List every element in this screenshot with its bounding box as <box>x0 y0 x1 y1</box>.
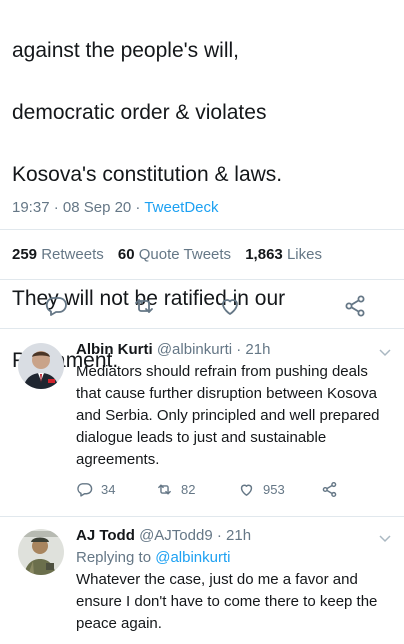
tweet-text-line: against the people's will, <box>12 39 239 62</box>
reply-actions: 34 82 953 <box>76 481 394 507</box>
like-count: 953 <box>263 482 285 497</box>
reply-tweet[interactable]: AJ Todd @AJTodd9 · 21h Replying to @albi… <box>0 525 404 644</box>
reply-timestamp: · 21h <box>236 341 271 358</box>
like-button[interactable]: 953 <box>238 481 285 498</box>
divider <box>0 516 404 517</box>
divider <box>0 279 404 280</box>
divider <box>0 229 404 230</box>
reply-header: Albin Kurti @albinkurti · 21h <box>76 339 394 361</box>
reply-count: 34 <box>101 482 116 497</box>
like-icon <box>240 484 253 496</box>
replying-to: Replying to @albinkurti <box>76 549 231 566</box>
reply-tweet[interactable]: Albin Kurti @albinkurti · 21h Mediators … <box>0 339 404 509</box>
avatar[interactable] <box>18 343 64 389</box>
reply-icon <box>77 483 93 497</box>
author-name[interactable]: Albin Kurti <box>76 341 153 358</box>
retweet-count: 82 <box>181 482 196 497</box>
tweet-text-line: democratic order & violates <box>12 101 267 124</box>
tweet-timestamp: 19:37 · 08 Sep 20 · <box>12 199 145 216</box>
share-icon[interactable] <box>343 294 367 318</box>
reply-text: Whatever the case, just do me a favor an… <box>76 571 378 632</box>
avatar[interactable] <box>18 529 64 575</box>
author-handle[interactable]: @albinkurti <box>157 341 232 358</box>
tweet-meta: 19:37 · 08 Sep 20 · TweetDeck <box>12 199 219 216</box>
share-icon <box>322 481 337 498</box>
retweet-button[interactable]: 82 <box>156 481 195 498</box>
reply-header: AJ Todd @AJTodd9 · 21h <box>76 525 394 547</box>
replying-to-link[interactable]: @albinkurti <box>155 549 230 566</box>
tweet-text-line: Kosova's constitution & laws. <box>12 163 283 186</box>
retweet-icon[interactable] <box>132 294 156 318</box>
reply-button[interactable]: 34 <box>76 481 115 498</box>
retweets-stat[interactable]: 259 Retweets <box>12 246 104 263</box>
quote-tweets-stat[interactable]: 60 Quote Tweets <box>118 246 231 263</box>
reply-icon[interactable] <box>44 294 68 318</box>
reply-text: Mediators should refrain from pushing de… <box>76 363 380 468</box>
divider <box>0 328 404 329</box>
likes-stat[interactable]: 1,863 Likes <box>245 246 322 263</box>
retweet-icon <box>158 484 171 495</box>
share-button[interactable] <box>321 481 338 498</box>
tweet-actions <box>0 290 404 320</box>
tweet-client-link[interactable]: TweetDeck <box>144 199 218 216</box>
reply-timestamp: · 21h <box>216 527 252 544</box>
author-handle[interactable]: @AJTodd9 <box>139 527 213 544</box>
like-icon[interactable] <box>218 294 242 318</box>
author-name[interactable]: AJ Todd <box>76 527 135 544</box>
tweet-stats: 259 Retweets 60 Quote Tweets 1,863 Likes <box>12 246 332 263</box>
